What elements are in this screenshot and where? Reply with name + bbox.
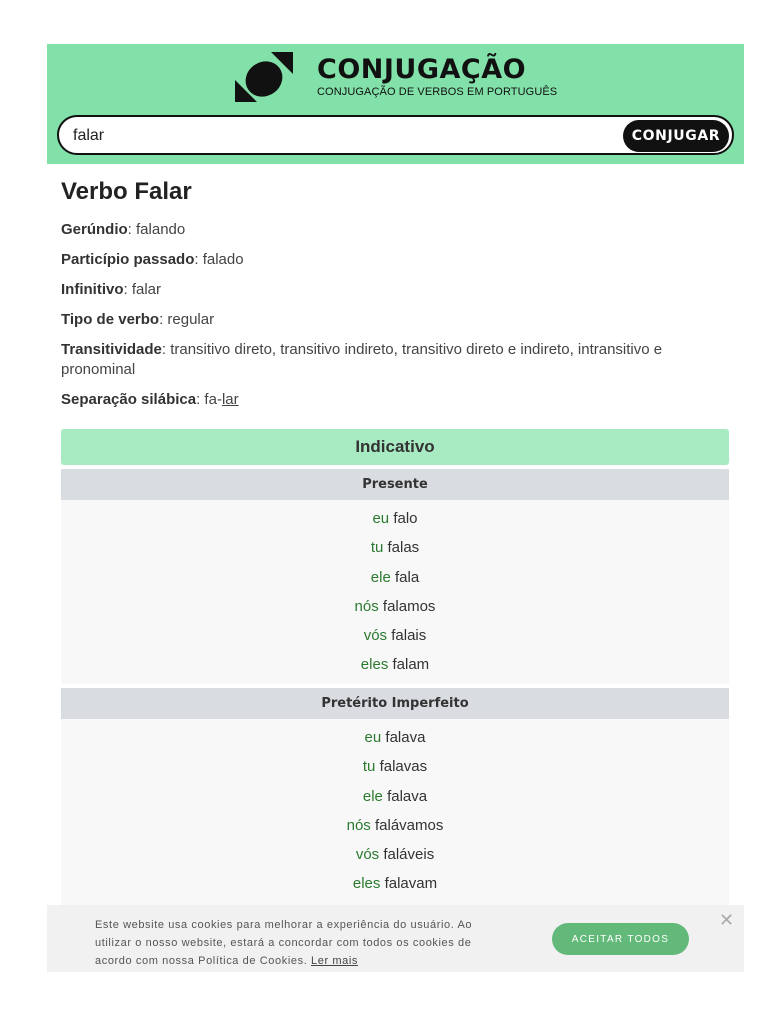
brand-text: CONJUGAÇÃO CONJUGAÇÃO DE VERBOS EM PORTU… [317, 54, 557, 98]
tense-table-preterito-imperfeito: eu falava tu falavas ele falava nós falá… [61, 719, 729, 905]
pronoun: nós [354, 597, 379, 615]
pronoun: eu [372, 510, 390, 527]
info-label: Transitividade [61, 341, 162, 358]
verb-form: falavas [379, 758, 428, 776]
verb-form: falava [385, 729, 426, 746]
info-transitivity: Transitividade: transitivo direto, trans… [61, 340, 729, 380]
info-value: : regular [159, 311, 215, 328]
verb-form: falamos [382, 597, 436, 615]
verb-form: fala [395, 568, 420, 586]
verb-form: falávamos [374, 816, 444, 834]
pronoun: ele [362, 787, 383, 805]
tense-header-presente: Presente [61, 469, 729, 500]
verb-form: falavam [384, 875, 438, 893]
info-verb-type: Tipo de verbo: regular [61, 310, 729, 330]
conjugation-row: ele falava [61, 782, 729, 811]
pronoun: nós [346, 816, 371, 834]
cookie-message: Este website usa cookies para melhorar a… [95, 916, 495, 970]
info-value: : fa- [196, 391, 222, 408]
pronoun: eles [352, 875, 381, 893]
conjugation-row: tu falas [61, 533, 729, 562]
verb-form: falam [392, 656, 430, 674]
info-past-participle: Particípio passado: falado [61, 250, 729, 270]
conjugation-row: ele fala [61, 563, 729, 592]
page-title: Verbo Falar [61, 178, 192, 205]
conjugation-row: eu falo [61, 504, 729, 533]
pronoun: vós [363, 627, 388, 645]
mood-header-indicativo: Indicativo [61, 429, 729, 465]
verb-form: falas [387, 539, 420, 557]
cookie-read-more-link[interactable]: Ler mais [311, 955, 358, 967]
pronoun: ele [370, 568, 391, 586]
info-syllables: Separação silábica: fa-lar [61, 390, 729, 410]
verb-form: faláveis [383, 846, 435, 864]
conjugation-row: tu falavas [61, 752, 729, 781]
conjugate-button[interactable]: CONJUGAR [623, 120, 729, 152]
info-label: Particípio passado [61, 251, 195, 268]
conjugation-row: eu falava [61, 723, 729, 752]
syllable-stressed: lar [221, 391, 239, 408]
info-value: : falar [123, 281, 162, 298]
verb-form: falais [391, 627, 427, 645]
verb-form: falava [387, 787, 428, 805]
info-value: : falando [127, 221, 186, 238]
conjugation-row: eles falavam [61, 869, 729, 898]
conjugacao-logo-icon [235, 52, 293, 102]
search-input[interactable] [73, 125, 593, 147]
conjugation-row: eles falam [61, 650, 729, 679]
site-subtitle: CONJUGAÇÃO DE VERBOS EM PORTUGUÊS [317, 86, 558, 98]
tense-table-presente: eu falo tu falas ele fala nós falamos vó… [61, 500, 729, 684]
accept-cookies-button[interactable]: ACEITAR TODOS [552, 923, 689, 955]
verb-info: Verbo Falar Gerúndio: falando Particípio… [61, 176, 729, 420]
info-label: Separação silábica [61, 391, 197, 408]
info-gerund: Gerúndio: falando [61, 220, 729, 240]
pronoun: eles [360, 656, 389, 674]
site-header: CONJUGAÇÃO CONJUGAÇÃO DE VERBOS EM PORTU… [47, 44, 744, 164]
info-label: Tipo de verbo [61, 311, 160, 328]
cookie-banner: Este website usa cookies para melhorar a… [47, 905, 744, 972]
info-label: Infinitivo [61, 281, 124, 298]
tense-header-preterito-imperfeito: Pretérito Imperfeito [61, 688, 729, 719]
info-label: Gerúndio [61, 221, 128, 238]
conjugation-row: nós falamos [61, 592, 729, 621]
conjugation-row: nós falávamos [61, 811, 729, 840]
pronoun: tu [362, 758, 376, 776]
conjugation-row: vós falais [61, 621, 729, 650]
info-value: : falado [194, 251, 244, 268]
close-icon[interactable]: ✕ [719, 911, 734, 929]
verb-form: falo [393, 510, 418, 527]
pronoun: tu [370, 539, 384, 557]
conjugation-row: vós faláveis [61, 840, 729, 869]
info-infinitive: Infinitivo: falar [61, 280, 729, 300]
site-title: CONJUGAÇÃO [317, 54, 527, 85]
pronoun: vós [355, 846, 380, 864]
pronoun: eu [364, 729, 382, 746]
search-bar: CONJUGAR [57, 115, 734, 155]
cookie-text: Este website usa cookies para melhorar a… [95, 919, 473, 967]
